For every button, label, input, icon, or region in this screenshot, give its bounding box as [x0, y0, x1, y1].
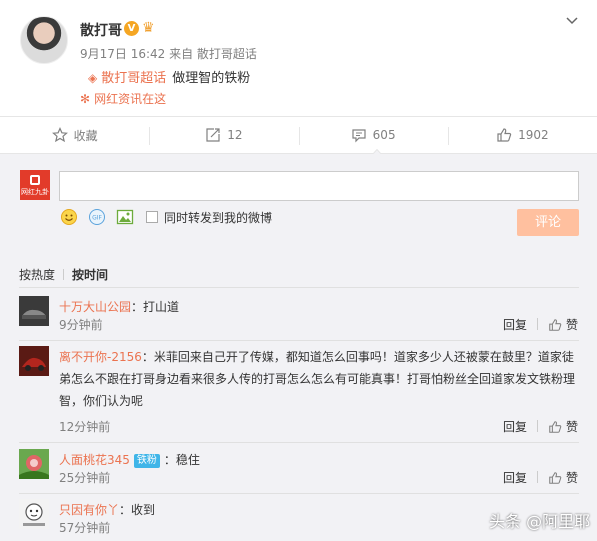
thumbs-up-icon: [549, 471, 562, 484]
reply-button[interactable]: 回复: [503, 418, 527, 435]
thumbs-up-icon: [549, 420, 562, 433]
divider: [19, 442, 579, 443]
divider: [19, 340, 579, 341]
comment-text: 人面桃花345 铁粉 ：稳住: [59, 453, 200, 468]
sort-by-hot[interactable]: 按热度: [19, 268, 55, 282]
author-name[interactable]: 散打哥: [80, 20, 122, 40]
comment-time: 57分钟前: [59, 521, 111, 535]
like-comment-button[interactable]: 赞: [548, 418, 578, 435]
source-line: ✻ 网红资讯在这: [80, 90, 166, 107]
source-link[interactable]: 网红资讯在这: [94, 92, 166, 106]
avatar-label: 网红九卦: [21, 188, 49, 196]
sync-checkbox[interactable]: [146, 211, 158, 223]
verified-badge-icon: V: [124, 21, 139, 36]
sort-divider: [63, 269, 65, 280]
repost-count: 12: [227, 128, 243, 142]
comment-input[interactable]: [59, 171, 579, 201]
comment-text: 十万大山公园：打山道: [59, 300, 180, 314]
reply-button[interactable]: 回复: [503, 316, 527, 333]
star-icon: [51, 127, 68, 143]
super-topic-icon: ◈: [88, 71, 98, 85]
thumbs-up-icon: [497, 128, 512, 142]
like-count: 1902: [518, 128, 549, 142]
like-button[interactable]: 1902: [447, 117, 597, 153]
crown-icon: ♛: [142, 20, 155, 36]
repost-icon: [206, 128, 220, 142]
post-content: ◈ 散打哥超话 做理智的铁粉: [88, 67, 250, 86]
flower-icon: ✻: [80, 92, 91, 106]
comment-user[interactable]: 十万大山公园: [59, 300, 131, 314]
fan-badge: 铁粉: [133, 454, 160, 468]
thumbs-up-icon: [549, 318, 562, 331]
user-avatar[interactable]: [19, 449, 49, 479]
user-avatar[interactable]: [19, 296, 49, 326]
emoji-icon[interactable]: [60, 208, 78, 226]
comment-section: 网红九卦 GIF 同时转发到我的微博 评论 按热度 按时间 十万大山公园：打山道 …: [0, 154, 597, 541]
composer-toolbar: GIF 同时转发到我的微博: [60, 208, 272, 226]
sort-tabs: 按热度 按时间: [19, 266, 108, 283]
author-avatar[interactable]: [20, 16, 68, 64]
sort-by-time[interactable]: 按时间: [72, 268, 108, 282]
divider: [537, 318, 538, 330]
sync-label: 同时转发到我的微博: [164, 210, 273, 225]
logo-icon: [30, 175, 40, 185]
favorite-label: 收藏: [73, 128, 98, 143]
comment-user[interactable]: 人面桃花345: [59, 453, 130, 467]
comment-button[interactable]: 605: [298, 117, 448, 153]
image-icon[interactable]: [116, 208, 134, 226]
user-avatar[interactable]: [19, 346, 49, 376]
post-text: 做理智的铁粉: [172, 71, 251, 86]
topic-link[interactable]: 散打哥超话: [101, 71, 166, 86]
comment-time: 25分钟前: [59, 471, 111, 485]
repost-button[interactable]: 12: [149, 117, 298, 153]
current-user-avatar: 网红九卦: [20, 170, 50, 200]
like-comment-button[interactable]: 赞: [548, 316, 578, 333]
comment-icon: [352, 129, 366, 143]
comment-count: 605: [372, 128, 396, 142]
divider: [537, 420, 538, 432]
comment-user[interactable]: 只因有你丫: [59, 503, 119, 517]
divider: [19, 287, 579, 288]
svg-text:GIF: GIF: [92, 215, 102, 222]
favorite-button[interactable]: 收藏: [0, 117, 149, 153]
action-bar: 收藏 12 605 1902: [0, 116, 597, 154]
watermark: 头条 @阿里耶: [489, 512, 591, 531]
user-avatar[interactable]: [19, 499, 49, 529]
submit-comment-button[interactable]: 评论: [517, 209, 579, 236]
comment-user[interactable]: 离不开你-2156: [59, 350, 142, 364]
reply-button[interactable]: 回复: [503, 469, 527, 486]
comment-time: 9分钟前: [59, 318, 103, 332]
comment-text: 离不开你-2156：米菲回来自己开了传媒，都知道怎么回事吗！道家多少人还被蒙在鼓…: [59, 350, 576, 408]
comment-time: 12分钟前: [59, 420, 111, 434]
gif-icon[interactable]: GIF: [88, 208, 106, 226]
like-comment-button[interactable]: 赞: [548, 469, 578, 486]
divider: [19, 493, 579, 494]
post-header: 散打哥 V ♛ 9月17日 16:42 来自 散打哥超话 ◈ 散打哥超话 做理智的铁…: [0, 0, 597, 116]
divider: [537, 471, 538, 483]
post-meta: 9月17日 16:42 来自 散打哥超话: [80, 47, 257, 61]
chevron-down-icon[interactable]: [565, 14, 579, 28]
